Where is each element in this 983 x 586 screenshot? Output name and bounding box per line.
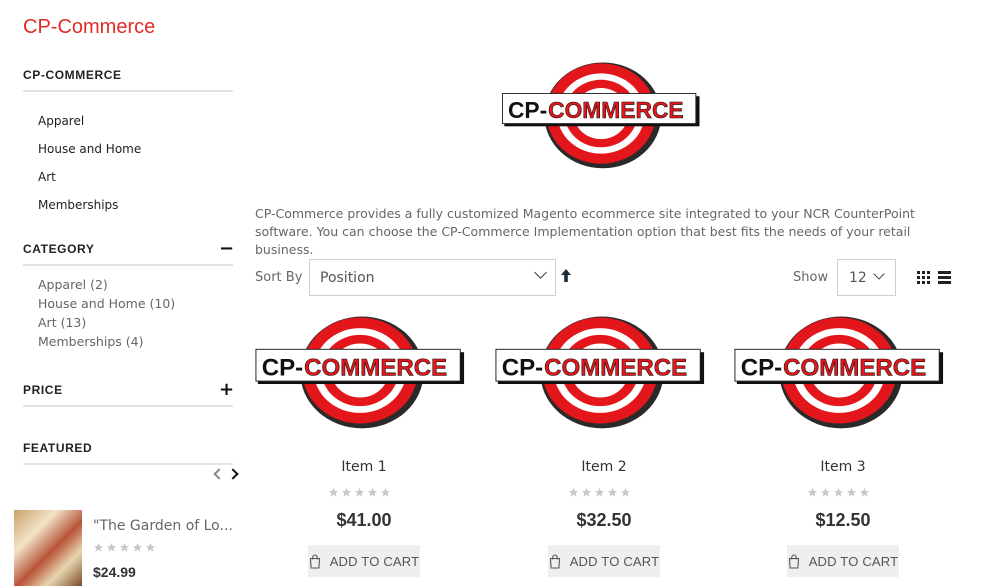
logo-text-left: CP- [741,354,782,381]
logo-text-right: COMMERCE [304,354,447,381]
category-filter-options: Apparel (2) House and Home (10) Art (13)… [23,266,233,353]
star-icon [581,487,592,497]
category-description: CP-Commerce provides a fully customized … [255,206,915,257]
logo-text-left: CP- [502,354,543,381]
collapse-icon[interactable]: − [219,240,234,258]
logo-text-right: COMMERCE [783,354,926,381]
sidebar-link-house-and-home[interactable]: House and Home [38,142,233,170]
product-image[interactable]: CP- COMMERCE [494,310,706,432]
star-icon [568,487,579,497]
star-icon [119,542,130,552]
category-filter-title: CATEGORY [23,242,95,256]
product-rating [328,487,391,498]
sort-by-label: Sort By [255,270,303,285]
product-name[interactable]: Item 3 [733,459,953,475]
show-label: Show [793,270,829,285]
star-icon [620,487,631,497]
grid-view-icon[interactable] [917,271,930,284]
featured-product-price: $24.99 [93,564,136,580]
product-image[interactable]: CP- COMMERCE [733,310,945,432]
logo-text-right: COMMERCE [548,97,684,123]
star-icon [807,487,818,497]
logo-text-left: CP- [262,354,303,381]
expand-icon[interactable]: + [219,381,234,399]
product-price: $12.50 [815,510,871,530]
add-to-cart-button[interactable]: ADD TO CART [548,545,660,577]
star-icon [145,542,156,552]
sidebar-link-apparel[interactable]: Apparel [38,114,233,142]
star-icon [833,487,844,497]
featured-product-name[interactable]: "The Garden of Lo... [93,518,235,534]
price-filter-header[interactable]: PRICE + [23,375,234,407]
add-to-cart-button[interactable]: ADD TO CART [787,545,899,577]
sort-direction-arrow-up-icon[interactable] [559,268,573,284]
chevron-right-icon[interactable] [227,468,239,480]
sidebar: CP-COMMERCE Apparel House and Home Art M… [23,60,234,465]
category-filter-header[interactable]: CATEGORY − [23,234,234,266]
shopping-bag-icon [788,553,799,569]
limiter-select[interactable]: 12 [837,259,896,296]
product-image[interactable]: CP- COMMERCE [254,310,466,432]
sort-by-select[interactable]: Position [309,259,556,296]
chevron-down-icon [873,268,885,280]
product-name[interactable]: Item 2 [494,459,714,475]
shopping-bag-icon [549,553,560,569]
chevron-left-icon[interactable] [213,468,225,480]
star-icon [367,487,378,497]
page-title: CP-Commerce [23,16,156,38]
sidebar-link-memberships[interactable]: Memberships [38,198,233,226]
add-to-cart-label: ADD TO CART [808,553,899,569]
star-icon [607,487,618,497]
chevron-down-icon [534,266,547,279]
sort-by-value: Position [320,269,375,286]
featured-carousel-nav [213,466,239,480]
featured-title: FEATURED [23,441,93,455]
add-to-cart-button[interactable]: ADD TO CART [308,545,420,577]
star-icon [594,487,605,497]
star-icon [328,487,339,497]
star-icon [106,542,117,552]
featured-product-rating [93,542,156,553]
featured-header: FEATURED [23,433,233,465]
featured-product-image[interactable] [14,510,82,586]
filter-option-house-and-home[interactable]: House and Home (10) [38,296,233,315]
filter-option-memberships[interactable]: Memberships (4) [38,334,233,353]
star-icon [380,487,391,497]
product-rating [807,487,870,498]
add-to-cart-label: ADD TO CART [329,553,420,569]
star-icon [132,542,143,552]
logo: CP- COMMERCE [500,57,702,171]
star-icon [93,542,104,552]
logo-text-left: CP- [508,97,547,123]
star-icon [820,487,831,497]
product-price: $32.50 [576,510,632,530]
star-icon [354,487,365,497]
filter-option-art[interactable]: Art (13) [38,315,233,334]
store-category-links: Apparel House and Home Art Memberships [23,92,233,226]
category-banner-logo: CP- COMMERCE [500,57,702,171]
product-rating [568,487,631,498]
price-filter-title: PRICE [23,383,63,397]
star-icon [859,487,870,497]
filter-option-apparel[interactable]: Apparel (2) [38,277,233,296]
store-block-header: CP-COMMERCE [23,60,233,92]
list-view-icon[interactable] [938,271,951,284]
sidebar-link-art[interactable]: Art [38,170,233,198]
logo-text-right: COMMERCE [544,354,687,381]
star-icon [341,487,352,497]
shopping-bag-icon [309,553,320,569]
product-price: $41.00 [336,510,392,530]
store-block-title: CP-COMMERCE [23,68,122,82]
star-icon [846,487,857,497]
product-name[interactable]: Item 1 [254,459,474,475]
add-to-cart-label: ADD TO CART [569,553,660,569]
limiter-value: 12 [849,269,867,286]
